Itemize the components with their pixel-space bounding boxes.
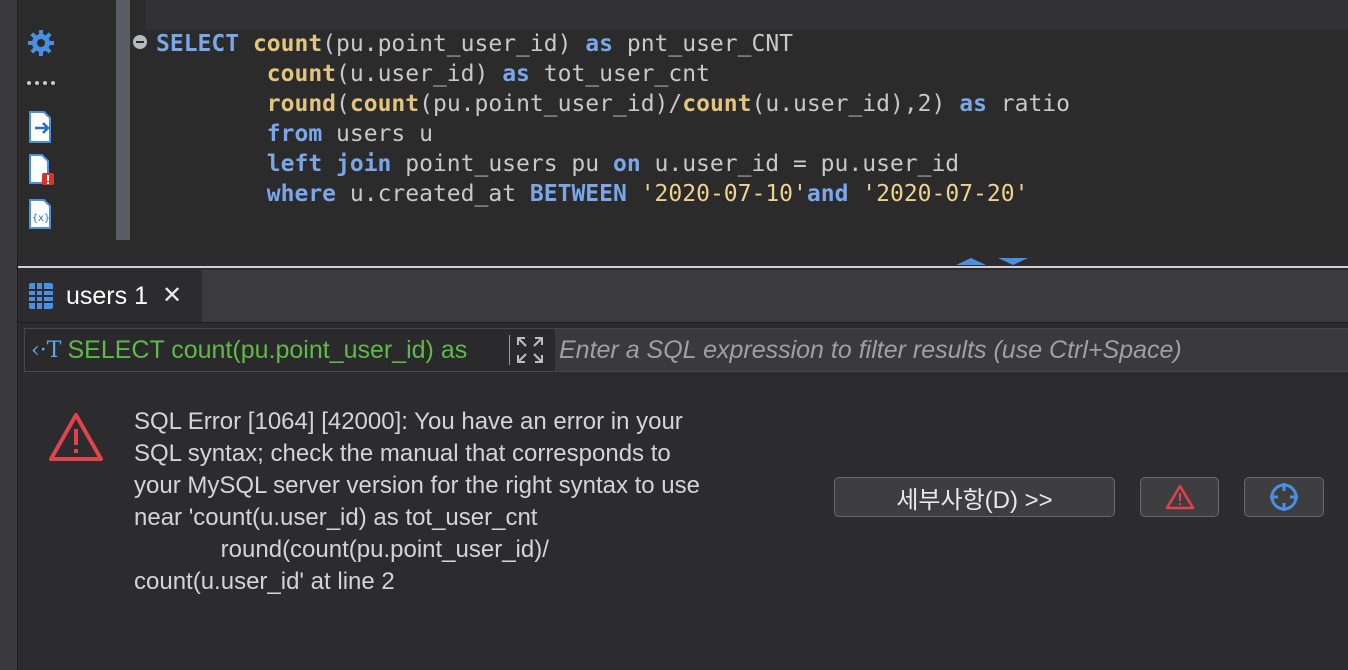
code-token: tot_user_cnt [529,61,710,87]
warning-icon [49,413,103,461]
code-line[interactable]: where u.created_at BETWEEN '2020-07-10'a… [156,179,1070,209]
code-line[interactable]: count(u.user_id) as tot_user_cnt [156,59,1070,89]
sql-text-icon: ‹·T [31,337,62,363]
filter-query-text: SELECT count(pu.point_user_id) as [67,335,468,364]
filter-query-history[interactable]: ‹·T SELECT count(pu.point_user_id) as [25,329,509,371]
code-token: count [349,91,420,117]
code-token: (u.user_id) [336,61,503,87]
window-left-edge [0,0,18,670]
code-token: where [266,181,337,207]
code-token: from [266,121,323,147]
locate-error-button[interactable] [1244,477,1324,517]
crosshair-icon [1270,483,1298,511]
code-token: left join [266,151,392,177]
tab-label: users 1 [66,281,148,310]
code-token: '2020-07-10' [640,181,807,207]
code-token: pnt_user_CNT [613,31,794,57]
code-line[interactable]: from users u [156,119,1070,149]
code-token: BETWEEN [529,181,627,207]
code-token: (pu.point_user_id)/ [419,91,683,117]
variables-icon[interactable]: {x} [26,198,56,230]
error-message: SQL Error [1064] [42000]: You have an er… [134,408,701,595]
line-gutter [64,0,116,256]
maximize-editor-icon[interactable] [956,258,986,265]
maximize-results-icon[interactable] [998,258,1028,265]
splitter-line [18,266,1348,268]
code-token: (u.user_id),2) [751,91,960,117]
code-token: SELECT [156,31,253,57]
details-button[interactable]: 세부사항(D) >> [834,477,1115,517]
code-token: and [806,181,849,207]
sql-editor[interactable]: {x} SELECT count(pu.point_user_id) as pn… [18,0,1348,256]
code-token: on [612,151,641,177]
code-token: count [682,91,752,117]
code-token: '2020-07-20' [862,181,1029,207]
code-token: count [252,31,323,57]
table-grid-icon [29,283,53,309]
code-line[interactable]: left join point_users pu on u.user_id = … [156,149,1070,179]
filter-divider [509,335,510,365]
code-token: ratio [986,91,1071,117]
code-token: (pu.point_user_id) [322,31,586,57]
code-token: as [959,91,987,117]
code-line[interactable]: SELECT count(pu.point_user_id) as pnt_us… [156,29,1070,59]
filter-bar: ‹·T SELECT count(pu.point_user_id) as [24,328,1348,372]
results-tab-bar: users 1 ✕ [18,270,1348,323]
sql-code[interactable]: SELECT count(pu.point_user_id) as pnt_us… [156,29,1070,209]
expand-icon[interactable] [515,335,545,365]
svg-text:{x}: {x} [32,213,50,224]
code-token: u.user_id = pu.user_id [640,151,960,177]
export-icon[interactable] [26,110,56,144]
editor-top-strip [146,0,1348,30]
code-token: as [502,61,530,87]
code-line[interactable]: round(count(pu.point_user_id)/count(u.us… [156,89,1070,119]
code-token: ( [336,91,350,117]
file-error-icon[interactable] [26,153,56,187]
code-token: round [266,91,337,117]
filter-input[interactable] [555,329,1348,371]
editor-ruler [116,0,130,240]
code-token: as [585,31,613,57]
error-log-button[interactable] [1140,477,1219,517]
fold-collapse-icon[interactable] [133,35,147,49]
code-token: point_users pu [391,151,613,177]
tab-users-1[interactable]: users 1 ✕ [18,270,202,322]
editor-side-toolbar: {x} [18,0,64,256]
code-token: users u [322,121,433,147]
code-token: count [266,61,337,87]
gear-icon[interactable] [26,28,56,58]
alert-icon [1165,484,1194,510]
close-icon[interactable]: ✕ [162,284,182,308]
dots-icon[interactable] [26,78,58,88]
panel-splitter[interactable] [18,256,1348,270]
code-token: u.created_at [336,181,530,207]
